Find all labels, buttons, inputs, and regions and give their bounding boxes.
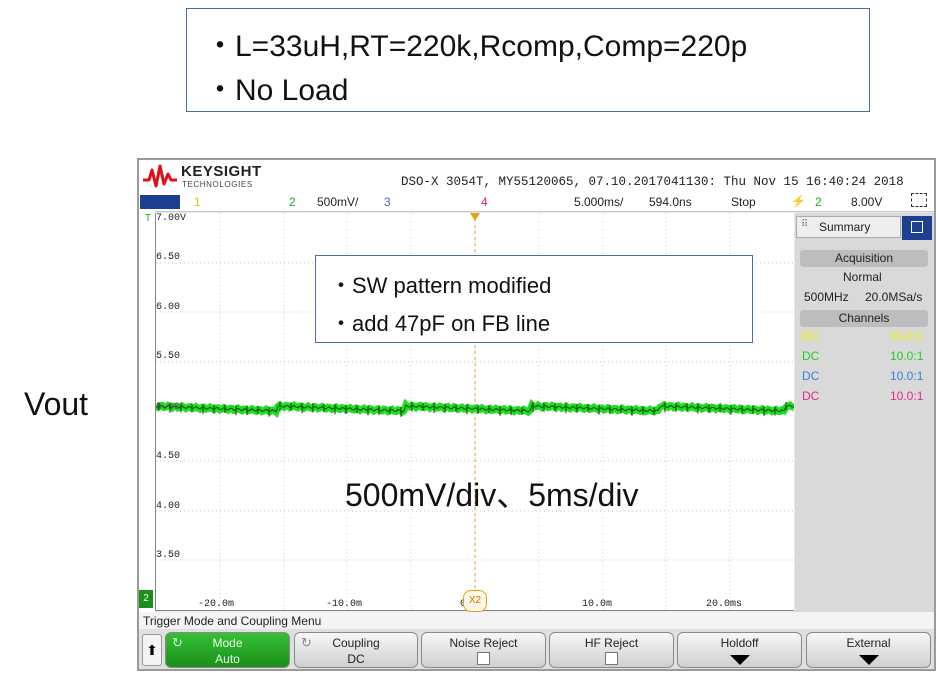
trigger-channel[interactable]: 2 bbox=[815, 195, 822, 209]
coupling-value: DC bbox=[347, 652, 365, 666]
submenu-arrow-icon bbox=[729, 655, 750, 665]
panel-menu-icon[interactable] bbox=[902, 216, 932, 240]
noise-reject-label: Noise Reject bbox=[449, 636, 518, 650]
brand-name: KEYSIGHT bbox=[181, 163, 262, 180]
left-marker-strip bbox=[139, 211, 155, 612]
y-label-4: 5.00 bbox=[156, 402, 181, 413]
trigger-level[interactable]: 8.00V bbox=[851, 195, 882, 209]
trigger-position-icon bbox=[470, 213, 480, 221]
y-label-3: 5.50 bbox=[156, 351, 181, 362]
x2-cursor-marker[interactable]: X2 bbox=[463, 590, 487, 612]
ch4-number[interactable]: 4 bbox=[481, 195, 488, 209]
menu-title: Trigger Mode and Coupling Menu bbox=[143, 614, 322, 628]
ch1-block[interactable] bbox=[140, 195, 180, 209]
delay[interactable]: 594.0ns bbox=[649, 195, 692, 209]
ch2-coupling: DC bbox=[802, 349, 820, 363]
hf-reject-softkey[interactable]: HF Reject bbox=[549, 632, 674, 668]
ch1-coupling: DC bbox=[802, 329, 820, 343]
acquisition-mode: Normal bbox=[843, 270, 882, 284]
mode-label: Mode bbox=[212, 636, 243, 650]
coupling-softkey[interactable]: ↻ Coupling DC bbox=[294, 632, 418, 668]
ground-marker[interactable]: 2 bbox=[139, 590, 153, 608]
summary-tab[interactable]: ⠿ Summary bbox=[796, 216, 901, 238]
trigger-level-marker: T bbox=[145, 213, 152, 224]
run-state[interactable]: Stop bbox=[731, 195, 756, 209]
y-label-7: 3.50 bbox=[156, 550, 181, 561]
modification-note-line2: ・add 47pF on FB line bbox=[330, 311, 551, 336]
sample-rate: 20.0MSa/s bbox=[865, 290, 923, 304]
ch2-probe: 10.0:1 bbox=[890, 349, 924, 363]
settings-note-line1: ・L=33uH,RT=220k,Rcomp,Comp=220p bbox=[205, 30, 748, 63]
settings-note-line2: ・No Load bbox=[205, 74, 349, 107]
vout-label: Vout bbox=[24, 386, 89, 422]
settings-note-box: ・L=33uH,RT=220k,Rcomp,Comp=220p ・No Load bbox=[186, 8, 870, 112]
menu-up-arrow-icon[interactable]: ⬆ bbox=[142, 634, 162, 666]
ch3-coupling: DC bbox=[802, 369, 820, 383]
hf-reject-label: HF Reject bbox=[584, 636, 639, 650]
device-info: DSO-X 3054T, MY55120065, 07.10.201704113… bbox=[401, 175, 904, 189]
modification-note-line1: ・SW pattern modified bbox=[330, 273, 552, 298]
modification-note-box: ・SW pattern modified ・add 47pF on FB lin… bbox=[315, 255, 753, 343]
scope-header: KEYSIGHT TECHNOLOGIES DSO-X 3054T, MY551… bbox=[139, 160, 934, 193]
display-mode-icon[interactable] bbox=[911, 193, 927, 207]
y-label-1: 6.50 bbox=[156, 252, 181, 263]
x-label-0: -20.0m bbox=[198, 599, 235, 610]
y-label-6: 4.00 bbox=[156, 501, 181, 512]
mode-value: Auto bbox=[215, 652, 240, 666]
ch1-number[interactable]: 1 bbox=[194, 195, 201, 209]
drag-handle-icon: ⠿ bbox=[801, 219, 809, 230]
hf-reject-checkbox[interactable] bbox=[604, 652, 618, 665]
y-label-2: 6.00 bbox=[156, 302, 181, 313]
acquisition-header: Acquisition bbox=[800, 250, 928, 267]
external-label: External bbox=[846, 636, 891, 650]
ch2-scale[interactable]: 500mV/ bbox=[317, 195, 358, 209]
trigger-edge-icon: ⚡ bbox=[791, 194, 806, 208]
summary-tab-label: Summary bbox=[819, 220, 871, 234]
coupling-label: Coupling bbox=[332, 636, 380, 650]
external-softkey[interactable]: External bbox=[806, 632, 931, 668]
holdoff-softkey[interactable]: Holdoff bbox=[677, 632, 802, 668]
ch4-probe: 10.0:1 bbox=[890, 389, 924, 403]
menu-title-bar: Trigger Mode and Coupling Menu bbox=[139, 612, 934, 629]
ch3-number[interactable]: 3 bbox=[384, 195, 391, 209]
y-label-5: 4.50 bbox=[156, 451, 181, 462]
holdoff-label: Holdoff bbox=[720, 636, 759, 650]
noise-reject-checkbox[interactable] bbox=[476, 652, 490, 665]
ch4-coupling: DC bbox=[802, 389, 820, 403]
scale-note: 500mV/div、5ms/div bbox=[345, 477, 639, 513]
ch1-probe: 10.0:1 bbox=[890, 329, 924, 343]
channel-status-bar: 1 2 500mV/ 3 4 5.000ms/ 594.0ns Stop ⚡ 2… bbox=[139, 193, 934, 212]
bandwidth: 500MHz bbox=[804, 290, 849, 304]
mode-softkey[interactable]: ↻ Mode Auto bbox=[165, 632, 290, 668]
timebase[interactable]: 5.000ms/ bbox=[574, 195, 623, 209]
x-label-1: -10.0m bbox=[326, 599, 363, 610]
keysight-wave-logo-icon bbox=[143, 164, 177, 188]
submenu-arrow-icon bbox=[858, 655, 879, 665]
noise-reject-softkey[interactable]: Noise Reject bbox=[421, 632, 546, 668]
x-label-3: 10.0m bbox=[582, 599, 613, 610]
ch3-probe: 10.0:1 bbox=[890, 369, 924, 383]
ch2-number[interactable]: 2 bbox=[289, 195, 296, 209]
x-label-4: 20.0ms bbox=[706, 599, 743, 610]
brand-sub: TECHNOLOGIES bbox=[182, 180, 253, 189]
y-label-0: 7.00V bbox=[156, 213, 187, 224]
vout-trace bbox=[156, 398, 794, 419]
channels-header: Channels bbox=[800, 310, 928, 327]
